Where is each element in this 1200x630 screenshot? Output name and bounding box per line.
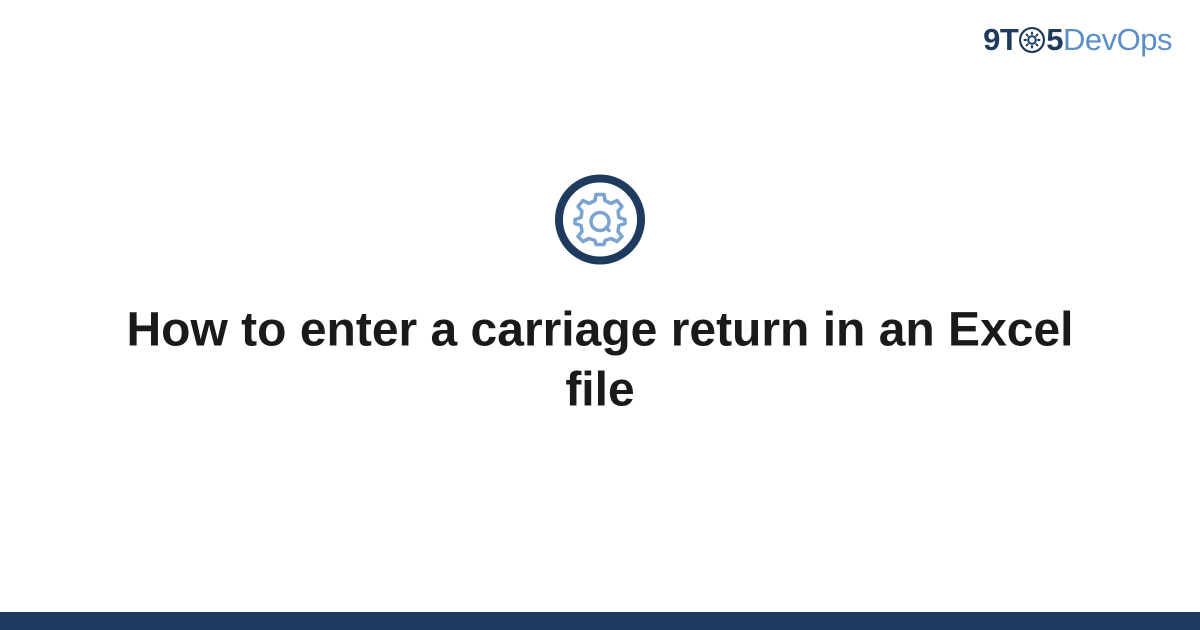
logo-text-5: 5 xyxy=(1046,22,1063,58)
logo-text-devops: DevOps xyxy=(1063,22,1172,58)
gear-badge-icon xyxy=(554,174,646,266)
logo-gear-icon xyxy=(1019,27,1045,53)
page-title: How to enter a carriage return in an Exc… xyxy=(125,301,1075,421)
main-content: How to enter a carriage return in an Exc… xyxy=(0,174,1200,421)
footer-bar xyxy=(0,612,1200,630)
site-logo: 9T 5 DevOps xyxy=(983,22,1172,58)
logo-text-9t: 9T xyxy=(983,22,1018,58)
